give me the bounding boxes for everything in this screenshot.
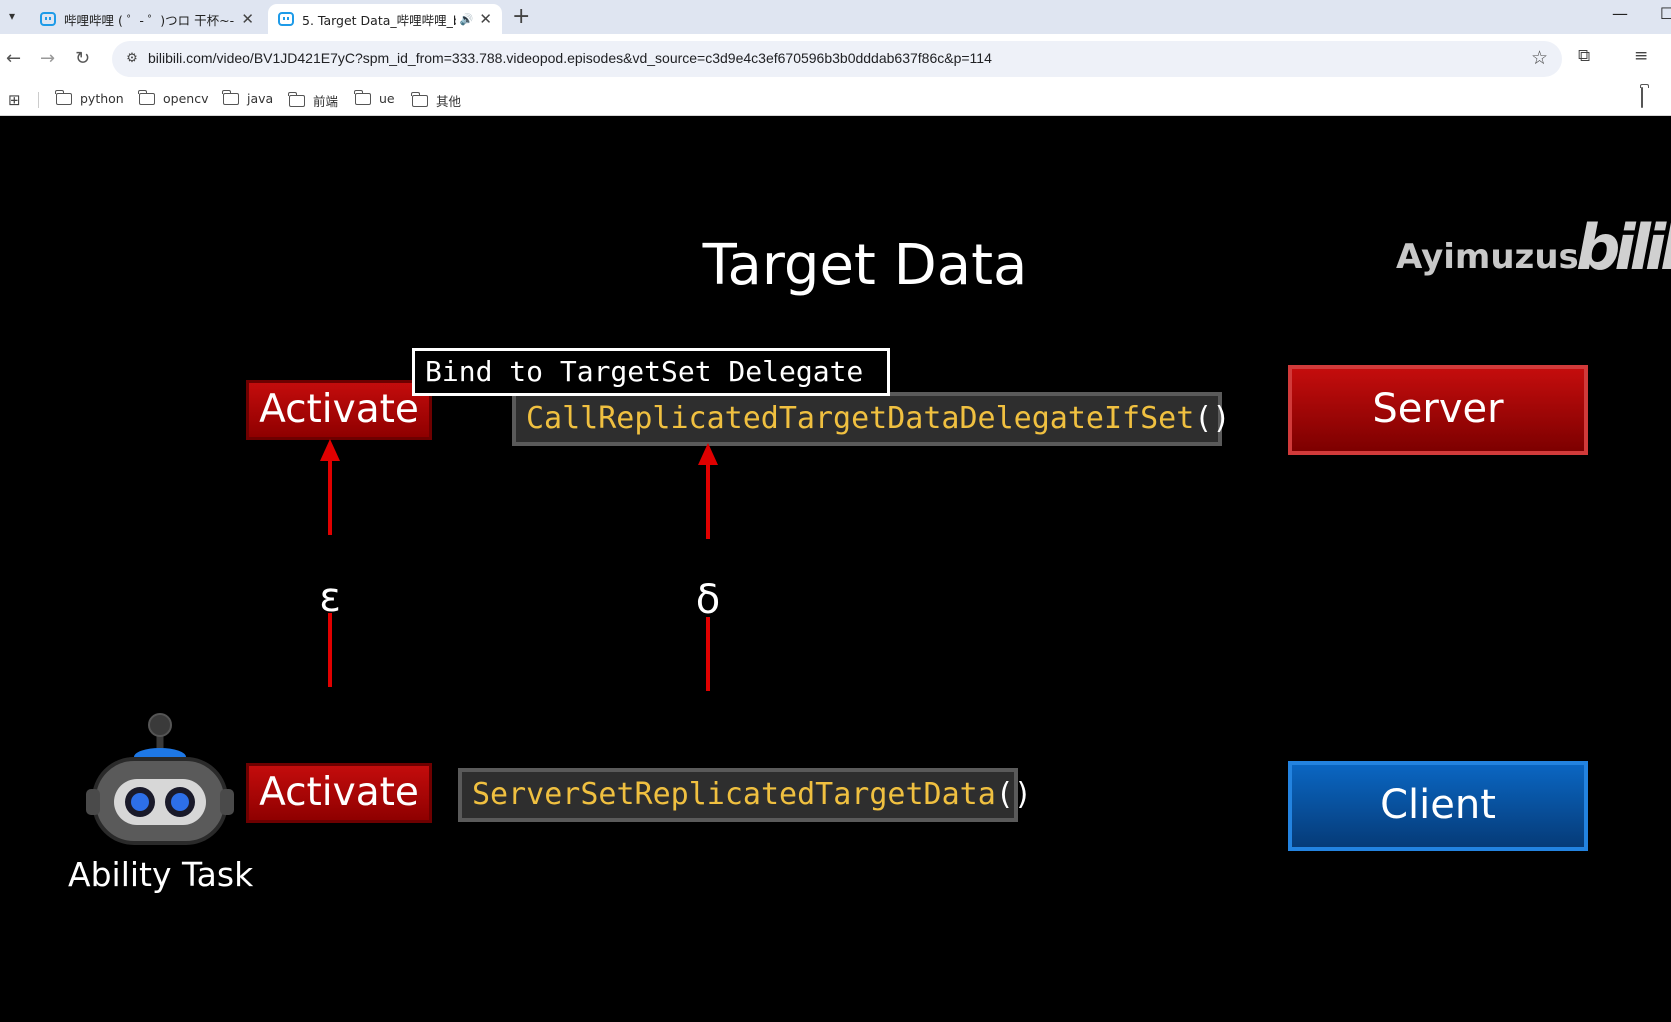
apps-grid-icon[interactable]: ⊞ xyxy=(8,91,21,109)
minimize-icon[interactable]: — xyxy=(1612,4,1628,23)
slide-title: Target Data xyxy=(702,233,1028,298)
reload-icon[interactable]: ↻ xyxy=(75,48,90,69)
activate-server-label: Activate xyxy=(246,380,432,440)
bookmark-label: python xyxy=(80,91,124,106)
speaker-icon[interactable]: 🔊 xyxy=(460,13,474,26)
delta-symbol: δ xyxy=(695,577,721,623)
arrow-epsilon-head xyxy=(320,439,340,461)
folder-icon xyxy=(354,89,371,105)
all-bookmarks-folder-icon[interactable] xyxy=(1641,87,1671,112)
client-call-parens: () xyxy=(995,777,1032,812)
bookmark-ue[interactable]: ue xyxy=(354,89,395,106)
bookmark-python[interactable]: python xyxy=(55,89,124,106)
arrow-epsilon xyxy=(320,439,340,687)
bookmark-opencv[interactable]: opencv xyxy=(138,89,209,106)
maximize-icon[interactable]: ☐ xyxy=(1660,4,1671,23)
bookmark-java[interactable]: java xyxy=(222,89,274,106)
client-label: Client xyxy=(1288,761,1588,851)
tab-target-data[interactable]: 5. Target Data_哔哩哔哩_b 🔊 ✕ xyxy=(268,4,502,34)
server-call-box: CallReplicatedTargetDataDelegateIfSet() xyxy=(512,392,1230,446)
bookmarks-bar: ⊞ python opencv java 前端 ue 其他 xyxy=(0,84,1671,116)
bilibili-favicon-icon xyxy=(40,12,56,26)
address-toolbar: ← → ↻ ⚙ bilibili.com/video/BV1JD421E7yC?… xyxy=(0,34,1671,84)
client-call-box: ServerSetReplicatedTargetData() xyxy=(458,768,1032,822)
folder-icon xyxy=(411,91,428,107)
bookmark-label: 前端 xyxy=(313,94,339,109)
arrow-delta-head xyxy=(698,443,718,465)
site-settings-icon[interactable]: ⚙ xyxy=(122,49,142,69)
video-player[interactable]: Target Data Ayimuzus bilib Activate Call… xyxy=(0,117,1671,1022)
chevron-down-icon[interactable]: ▾ xyxy=(2,6,22,26)
bookmark-label: 其他 xyxy=(436,94,462,109)
arrow-delta xyxy=(698,443,718,691)
activate-client-label: Activate xyxy=(246,763,432,823)
client-call-name: ServerSetReplicatedTargetData xyxy=(472,777,996,812)
bookmark-label: java xyxy=(247,91,274,106)
tab-title: 哔哩哔哩 ( ゜- ゜)つロ 干杯~-bi xyxy=(64,12,236,28)
tab-bilibili-home[interactable]: 哔哩哔哩 ( ゜- ゜)つロ 干杯~-bi ✕ xyxy=(30,4,264,34)
ability-task-caption: Ability Task xyxy=(68,855,254,894)
server-label: Server xyxy=(1288,365,1588,455)
close-icon[interactable]: ✕ xyxy=(479,10,492,28)
new-tab-button[interactable]: + xyxy=(512,4,530,30)
close-icon[interactable]: ✕ xyxy=(241,10,254,28)
bilibili-favicon-icon xyxy=(278,12,294,26)
bookmark-frontend[interactable]: 前端 xyxy=(288,91,339,110)
server-call-name: CallReplicatedTargetDataDelegateIfSet xyxy=(526,401,1195,436)
bilibili-logo-watermark: bilib xyxy=(1576,211,1671,284)
bookmark-label: ue xyxy=(379,91,395,106)
url-text[interactable]: bilibili.com/video/BV1JD421E7yC?spm_id_f… xyxy=(148,50,992,66)
bind-delegate-label: Bind to TargetSet Delegate xyxy=(412,348,890,396)
robot-icon xyxy=(86,713,234,845)
folder-icon xyxy=(55,89,72,105)
bookmark-other[interactable]: 其他 xyxy=(411,91,462,110)
server-call-parens: () xyxy=(1194,401,1231,436)
address-bar[interactable]: ⚙ bilibili.com/video/BV1JD421E7yC?spm_id… xyxy=(112,41,1562,77)
tab-strip: ▾ 哔哩哔哩 ( ゜- ゜)つロ 干杯~-bi ✕ 5. Target Data… xyxy=(0,0,1671,34)
bookmark-label: opencv xyxy=(163,91,209,106)
divider xyxy=(38,92,39,108)
back-arrow-icon[interactable]: ← xyxy=(6,48,21,69)
folder-icon xyxy=(222,89,239,105)
epsilon-symbol: ε xyxy=(319,575,341,621)
folder-icon xyxy=(138,89,155,105)
folder-icon xyxy=(288,91,305,107)
puzzle-icon[interactable]: ⧉ xyxy=(1578,46,1590,66)
media-queue-icon[interactable]: ≡ xyxy=(1634,46,1648,66)
watermark-text: Ayimuzus xyxy=(1396,237,1579,277)
tab-title: 5. Target Data_哔哩哔哩_b xyxy=(302,12,456,28)
star-icon[interactable]: ☆ xyxy=(1531,47,1548,69)
forward-arrow-icon[interactable]: → xyxy=(40,48,55,69)
